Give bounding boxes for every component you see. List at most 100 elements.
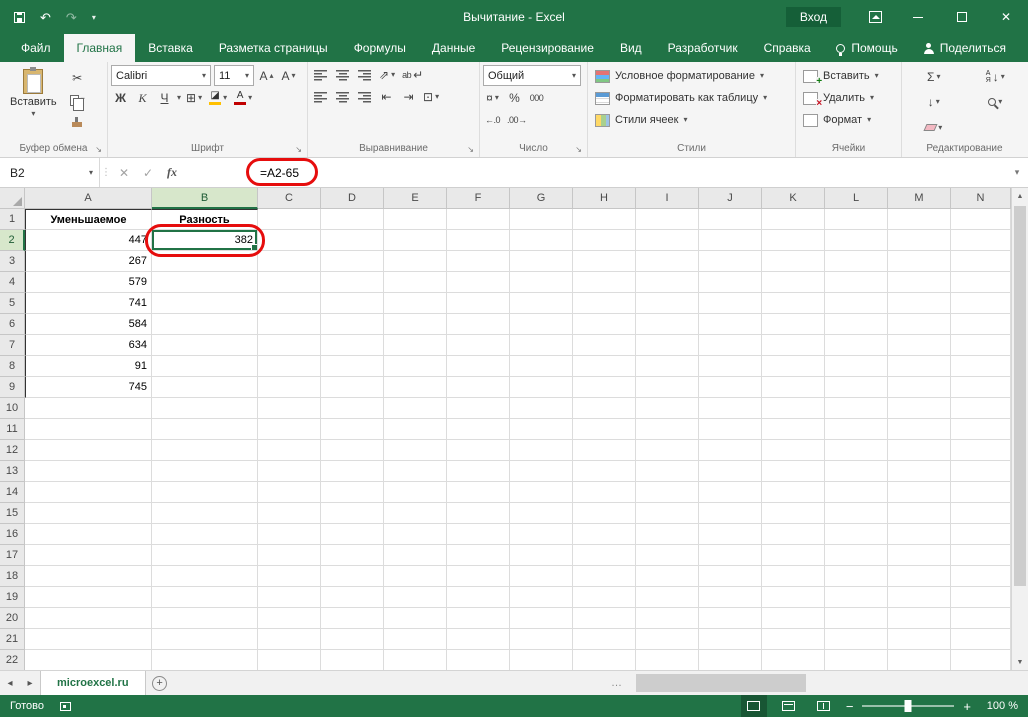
cell-J2[interactable] <box>699 230 762 251</box>
cell-E1[interactable] <box>384 209 447 230</box>
cell-L14[interactable] <box>825 482 888 503</box>
cell-N22[interactable] <box>951 650 1011 670</box>
cell-M16[interactable] <box>888 524 951 545</box>
cell-F8[interactable] <box>447 356 510 377</box>
cell-E11[interactable] <box>384 419 447 440</box>
cell-L13[interactable] <box>825 461 888 482</box>
cell-M4[interactable] <box>888 272 951 293</box>
formula-input[interactable]: =A2-65 <box>184 158 1006 187</box>
cell-F5[interactable] <box>447 293 510 314</box>
cell-G22[interactable] <box>510 650 573 670</box>
borders-button[interactable]: ⊞ ▾ <box>184 88 204 108</box>
row-header-1[interactable]: 1 <box>0 209 25 230</box>
cell-F3[interactable] <box>447 251 510 272</box>
cell-C17[interactable] <box>258 545 321 566</box>
cell-B21[interactable] <box>152 629 258 650</box>
cell-F22[interactable] <box>447 650 510 670</box>
cell-J21[interactable] <box>699 629 762 650</box>
cell-M5[interactable] <box>888 293 951 314</box>
cell-K18[interactable] <box>762 566 825 587</box>
cell-H16[interactable] <box>573 524 636 545</box>
tab-home[interactable]: Главная <box>63 34 136 62</box>
cell-L17[interactable] <box>825 545 888 566</box>
cell-A9[interactable]: 745 <box>25 377 152 398</box>
cell-C7[interactable] <box>258 335 321 356</box>
cell-M7[interactable] <box>888 335 951 356</box>
cut-button[interactable]: ✂ <box>68 68 87 88</box>
cell-C10[interactable] <box>258 398 321 419</box>
cell-H22[interactable] <box>573 650 636 670</box>
row-header-21[interactable]: 21 <box>0 629 25 650</box>
cell-B17[interactable] <box>152 545 258 566</box>
tab-scroll-splitter[interactable]: … <box>605 671 628 695</box>
cell-L12[interactable] <box>825 440 888 461</box>
cell-I8[interactable] <box>636 356 699 377</box>
align-right-button[interactable] <box>355 87 374 107</box>
cell-L4[interactable] <box>825 272 888 293</box>
cell-A2[interactable]: 447 <box>25 230 152 251</box>
cell-F1[interactable] <box>447 209 510 230</box>
row-header-16[interactable]: 16 <box>0 524 25 545</box>
customize-qat-button[interactable]: ▾ <box>92 13 96 22</box>
cell-F2[interactable] <box>447 230 510 251</box>
row-header-7[interactable]: 7 <box>0 335 25 356</box>
cell-I16[interactable] <box>636 524 699 545</box>
cell-G13[interactable] <box>510 461 573 482</box>
cell-I6[interactable] <box>636 314 699 335</box>
cell-E15[interactable] <box>384 503 447 524</box>
cell-K1[interactable] <box>762 209 825 230</box>
cell-H20[interactable] <box>573 608 636 629</box>
cell-N4[interactable] <box>951 272 1011 293</box>
cell-N2[interactable] <box>951 230 1011 251</box>
cell-A21[interactable] <box>25 629 152 650</box>
cell-D11[interactable] <box>321 419 384 440</box>
cell-A3[interactable]: 267 <box>25 251 152 272</box>
cell-E4[interactable] <box>384 272 447 293</box>
cell-L21[interactable] <box>825 629 888 650</box>
sheet-nav-right-icon[interactable]: ▸ <box>20 671 40 695</box>
italic-button[interactable]: К <box>133 88 152 108</box>
cell-C16[interactable] <box>258 524 321 545</box>
cell-J5[interactable] <box>699 293 762 314</box>
cell-L5[interactable] <box>825 293 888 314</box>
cell-I11[interactable] <box>636 419 699 440</box>
cell-C18[interactable] <box>258 566 321 587</box>
cell-H2[interactable] <box>573 230 636 251</box>
column-header-G[interactable]: G <box>510 188 573 209</box>
cell-F10[interactable] <box>447 398 510 419</box>
cell-K17[interactable] <box>762 545 825 566</box>
cell-F12[interactable] <box>447 440 510 461</box>
cell-C9[interactable] <box>258 377 321 398</box>
grow-font-button[interactable]: А ▴ <box>257 66 276 86</box>
cell-A14[interactable] <box>25 482 152 503</box>
column-header-L[interactable]: L <box>825 188 888 209</box>
alignment-dialog-launcher-icon[interactable]: ↘ <box>467 146 474 154</box>
row-header-10[interactable]: 10 <box>0 398 25 419</box>
cell-N8[interactable] <box>951 356 1011 377</box>
vertical-scrollbar-thumb[interactable] <box>1014 206 1026 586</box>
cell-G3[interactable] <box>510 251 573 272</box>
row-header-12[interactable]: 12 <box>0 440 25 461</box>
cell-B4[interactable] <box>152 272 258 293</box>
cell-D22[interactable] <box>321 650 384 670</box>
cell-N21[interactable] <box>951 629 1011 650</box>
cell-E17[interactable] <box>384 545 447 566</box>
cell-A22[interactable] <box>25 650 152 670</box>
cell-D18[interactable] <box>321 566 384 587</box>
column-header-K[interactable]: K <box>762 188 825 209</box>
save-icon[interactable] <box>14 11 25 23</box>
tab-file[interactable]: Файл <box>8 34 64 62</box>
cell-A11[interactable] <box>25 419 152 440</box>
cell-L9[interactable] <box>825 377 888 398</box>
cell-I10[interactable] <box>636 398 699 419</box>
cell-N16[interactable] <box>951 524 1011 545</box>
cell-H21[interactable] <box>573 629 636 650</box>
cell-J22[interactable] <box>699 650 762 670</box>
cell-E20[interactable] <box>384 608 447 629</box>
cell-I20[interactable] <box>636 608 699 629</box>
column-header-J[interactable]: J <box>699 188 762 209</box>
horizontal-scrollbar-thumb[interactable] <box>636 674 806 692</box>
cell-N18[interactable] <box>951 566 1011 587</box>
font-size-combo[interactable]: 11 ▾ <box>214 65 254 86</box>
zoom-slider-thumb[interactable] <box>904 700 912 712</box>
